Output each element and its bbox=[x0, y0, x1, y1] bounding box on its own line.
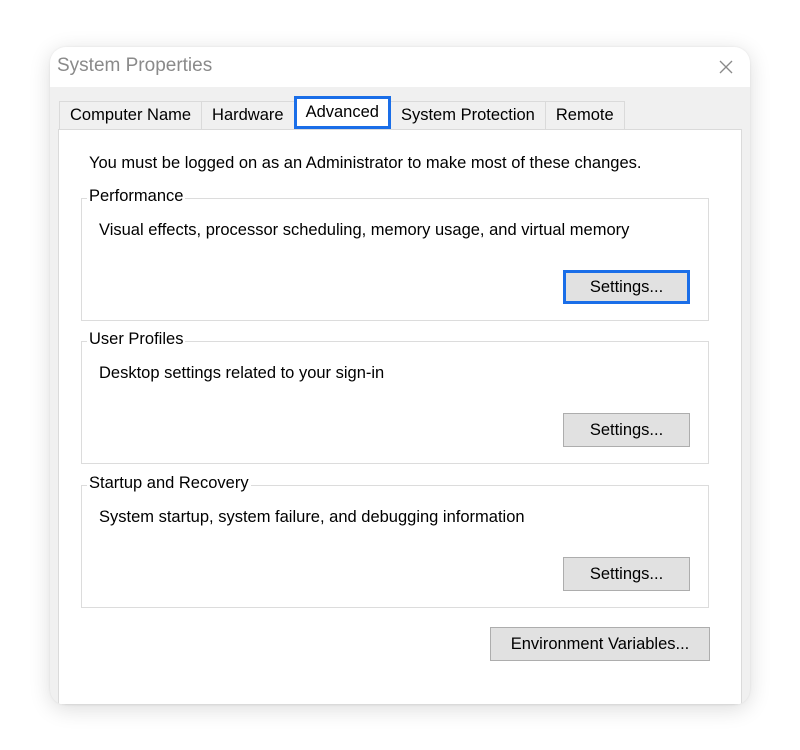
tab-remote[interactable]: Remote bbox=[544, 101, 625, 129]
group-description-user-profiles: Desktop settings related to your sign-in bbox=[99, 364, 385, 382]
tab-strip: Computer Name Hardware Advanced System P… bbox=[59, 96, 625, 130]
user-profiles-group: User Profiles Desktop settings related t… bbox=[81, 330, 709, 464]
user-profiles-settings-button[interactable]: Settings... bbox=[563, 413, 690, 447]
tab-label: Remote bbox=[555, 106, 614, 124]
environment-variables-button[interactable]: Environment Variables... bbox=[490, 627, 710, 661]
tab-advanced[interactable]: Advanced bbox=[293, 96, 391, 129]
title-bar[interactable]: System Properties bbox=[50, 47, 750, 87]
group-description-performance: Visual effects, processor scheduling, me… bbox=[99, 221, 630, 239]
tab-hardware[interactable]: Hardware bbox=[201, 101, 295, 129]
group-title-performance: Performance bbox=[87, 187, 186, 206]
tab-system-protection[interactable]: System Protection bbox=[389, 101, 546, 129]
tab-label: Hardware bbox=[212, 106, 284, 124]
tab-label: Advanced bbox=[305, 103, 379, 121]
group-description-startup-recovery: System startup, system failure, and debu… bbox=[99, 508, 525, 526]
close-icon bbox=[719, 60, 733, 74]
startup-recovery-settings-button[interactable]: Settings... bbox=[563, 557, 690, 591]
system-properties-dialog: System Properties Computer Name Hardware… bbox=[50, 47, 750, 705]
group-title-user-profiles: User Profiles bbox=[87, 330, 186, 349]
window-title: System Properties bbox=[57, 55, 213, 76]
group-title-startup-recovery: Startup and Recovery bbox=[87, 474, 251, 493]
tab-label: System Protection bbox=[400, 106, 535, 124]
performance-group: Performance Visual effects, processor sc… bbox=[81, 187, 709, 321]
startup-recovery-group: Startup and Recovery System startup, sys… bbox=[81, 474, 709, 608]
tab-label: Computer Name bbox=[70, 106, 192, 124]
admin-notice: You must be logged on as an Administrato… bbox=[89, 154, 642, 172]
performance-settings-button[interactable]: Settings... bbox=[563, 270, 690, 304]
advanced-tab-panel: You must be logged on as an Administrato… bbox=[58, 129, 742, 705]
close-button[interactable] bbox=[712, 53, 740, 81]
tab-computer-name[interactable]: Computer Name bbox=[59, 101, 203, 129]
page: System Properties Computer Name Hardware… bbox=[0, 0, 800, 750]
